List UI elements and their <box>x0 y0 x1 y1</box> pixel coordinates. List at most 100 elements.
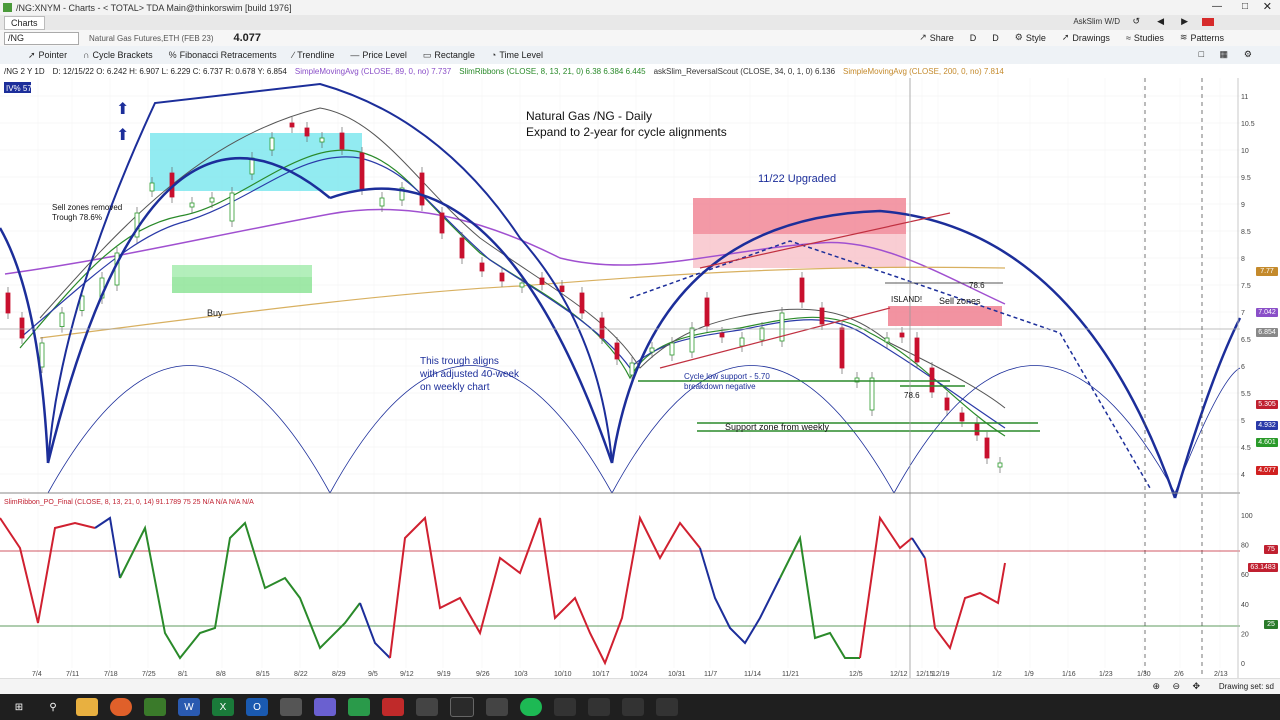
osc-segment <box>119 521 361 660</box>
tool-trendline[interactable]: ∕ Trendline <box>293 50 335 60</box>
drawing-toolbar: ➚ Pointer ∩ Cycle Brackets % Fibonacci Retr… <box>0 46 1280 65</box>
chart-period: /NG 2 Y 1D <box>4 66 45 76</box>
osc-segment <box>0 517 96 624</box>
time-axis-label: 1/9 <box>1024 671 1034 678</box>
price-chart-svg[interactable]: IV% 57 ⬆ ⬆ Natural Gas /NG - Daily Expan… <box>0 78 1280 678</box>
start-icon[interactable]: ⊞ <box>8 698 30 716</box>
settings-icon[interactable]: ⚙ <box>1244 49 1252 60</box>
oscillator-legend[interactable]: SlimRibbon_PO_Final (CLOSE, 8, 13, 21, 0… <box>4 499 254 506</box>
zoom-in-icon[interactable]: ⊕ <box>1152 681 1160 692</box>
scout-legend[interactable]: askSlim_ReversalScout (CLOSE, 34, 0, 1, … <box>654 67 835 76</box>
maximize-icon[interactable]: □ <box>1242 1 1248 12</box>
app-icon-7[interactable] <box>588 698 610 716</box>
candle-body <box>819 307 825 325</box>
close-icon[interactable]: ✕ <box>1263 0 1272 13</box>
search-icon[interactable]: ⚲ <box>42 698 64 716</box>
grid-icon[interactable]: ▦ <box>1219 49 1228 60</box>
oscillator-axis[interactable]: 100 80 60 40 20 0 <box>1241 513 1253 668</box>
candle-body <box>459 237 465 259</box>
tab-charts[interactable]: Charts <box>4 15 45 30</box>
studies-button[interactable]: ≈ Studies <box>1126 33 1164 43</box>
osc-segment <box>859 515 913 659</box>
app-icon-5[interactable] <box>486 698 508 716</box>
undo-icon[interactable]: ↺ <box>1132 16 1140 27</box>
publisher-icon[interactable] <box>348 698 370 716</box>
back-icon[interactable]: ◀ <box>1157 16 1164 27</box>
price-axis-label: 9 <box>1241 202 1245 209</box>
annotation-island: ISLAND! <box>891 295 922 304</box>
sma200-legend[interactable]: SimpleMovingAvg (CLOSE, 200, 0, no) 7.81… <box>843 67 1004 76</box>
chart-area[interactable]: IV% 57 ⬆ ⬆ Natural Gas /NG - Daily Expan… <box>0 78 1280 678</box>
discord-icon[interactable] <box>314 698 336 716</box>
cursor-icon: ➚ <box>1061 32 1070 42</box>
app-icon-8[interactable] <box>622 698 644 716</box>
thinkorswim-icon[interactable] <box>144 698 166 716</box>
patterns-icon: ≋ <box>1179 32 1188 42</box>
osc-segment <box>359 602 391 659</box>
drawing-set-label: Drawing set: sd <box>1218 682 1274 691</box>
candle-body <box>984 437 990 459</box>
outlook-icon[interactable]: O <box>246 698 268 716</box>
d-button-1[interactable]: D <box>970 33 977 43</box>
price-axis[interactable]: 11 10.5 10 9.5 9 8.5 8 7.5 7 6.5 6 5.5 5 4.5 4 <box>1237 78 1255 678</box>
candle-body <box>5 292 11 314</box>
ohlc-readout: D: 12/15/22 O: 6.242 H: 6.907 L: 6.229 C… <box>52 66 287 76</box>
time-axis[interactable]: 7/4 7/11 7/18 7/25 8/1 8/8 8/15 8/22 8/29 9/5 9/12… <box>32 671 1228 678</box>
ribbons-legend[interactable]: SlimRibbons (CLOSE, 8, 13, 21, 0) 6.38 6… <box>459 67 645 76</box>
osc-axis-label: 20 <box>1241 631 1249 638</box>
app-icon-6[interactable] <box>554 698 576 716</box>
osc-axis-label: 60 <box>1241 572 1249 579</box>
minimize-icon[interactable]: — <box>1212 1 1222 12</box>
sma89-legend[interactable]: SimpleMovingAvg (CLOSE, 89, 0, no) 7.737 <box>295 67 451 76</box>
patterns-button[interactable]: ≋ Patterns <box>1180 32 1224 43</box>
firefox-icon[interactable] <box>110 698 132 716</box>
tool-fibonacci[interactable]: % Fibonacci Retracements <box>169 50 277 60</box>
annotation-cycle-low-2: breakdown negative <box>684 382 756 391</box>
spotify-icon[interactable] <box>520 698 542 716</box>
instrument-name: Natural Gas Futures,ETH (FEB 23) <box>89 33 214 43</box>
candle-body <box>899 332 905 338</box>
app-icon-3[interactable] <box>416 698 438 716</box>
buy-zone-box-light <box>172 265 312 277</box>
app-icon-2[interactable] <box>382 698 404 716</box>
d-button-2[interactable]: D <box>992 33 999 43</box>
candle-body <box>289 122 295 128</box>
zoom-out-icon[interactable]: ⊖ <box>1172 681 1180 692</box>
app-icon-4[interactable] <box>450 697 474 717</box>
word-icon[interactable]: W <box>178 698 200 716</box>
app-icon-9[interactable] <box>656 698 678 716</box>
tool-time-level[interactable]: ◔ Time Level <box>491 50 543 60</box>
annotation-title-2: Expand to 2-year for cycle alignments <box>526 125 727 139</box>
tab-bar: Charts AskSlim W/D ↺ ◀ ▶ <box>0 15 1280 31</box>
tool-pointer[interactable]: ➚ Pointer <box>28 50 67 61</box>
osc-segment <box>94 516 121 579</box>
drawings-button[interactable]: ➚ Drawings <box>1062 32 1110 43</box>
candle-body <box>59 312 65 328</box>
tool-rectangle[interactable]: ▭ Rectangle <box>423 50 475 61</box>
share-button[interactable]: ↗ Share <box>919 32 954 43</box>
price-axis-label: 4 <box>1241 472 1245 479</box>
annotation-buy: Buy <box>207 308 223 318</box>
tool-cycle-brackets[interactable]: ∩ Cycle Brackets <box>83 50 153 60</box>
annotation-trough-3: on weekly chart <box>420 382 490 393</box>
time-axis-label: 10/3 <box>514 671 528 678</box>
time-axis-label: 9/19 <box>437 671 451 678</box>
candle-body <box>39 342 45 368</box>
layout-icon[interactable]: □ <box>1199 49 1204 59</box>
symbol-input[interactable]: /NG <box>4 31 79 45</box>
price-axis-label: 8.5 <box>1241 229 1251 236</box>
time-axis-label: 8/1 <box>178 671 188 678</box>
price-tag: 7.042 <box>1256 308 1278 317</box>
alert-icon[interactable] <box>1202 18 1214 26</box>
candle-body <box>499 272 505 282</box>
time-axis-label: 7/11 <box>66 671 79 678</box>
app-icon-1[interactable] <box>280 698 302 716</box>
style-button[interactable]: ⚙ Style <box>1015 32 1046 43</box>
time-axis-label: 10/31 <box>668 671 686 678</box>
osc-axis-label: 80 <box>1241 543 1249 550</box>
tool-price-level[interactable]: — Price Level <box>350 50 407 60</box>
forward-icon[interactable]: ▶ <box>1181 16 1188 27</box>
excel-icon[interactable]: X <box>212 698 234 716</box>
file-explorer-icon[interactable] <box>76 698 98 716</box>
zoom-fit-icon[interactable]: ✥ <box>1192 681 1200 692</box>
